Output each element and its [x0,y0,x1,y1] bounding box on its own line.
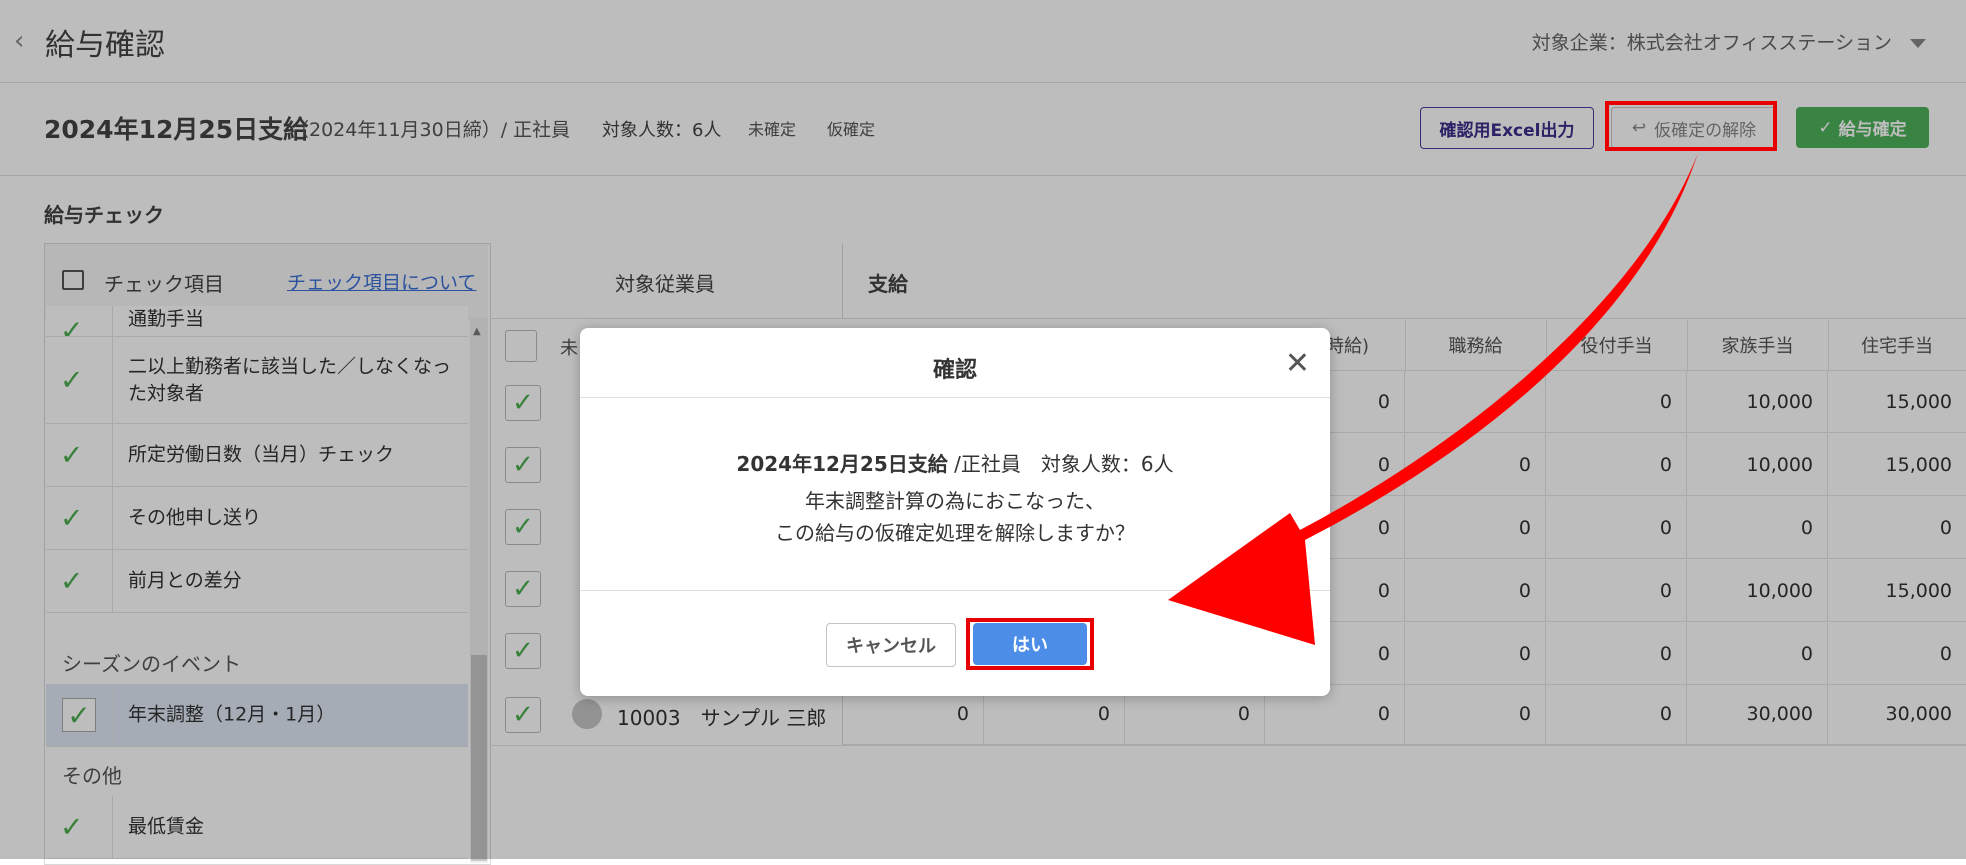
confirm-dialog: 確認 ✕ 2024年12月25日支給 /正社員 対象人数：6人 年末調整計算の為… [580,328,1330,696]
dialog-title: 確認 [932,358,977,383]
cancel-button[interactable]: キャンセル [826,623,956,667]
dialog-message-line1: 年末調整計算の為におこなった、 [805,489,1105,513]
dialog-message-line2: この給与の仮確定処理を解除しますか？ [775,521,1135,545]
divider [580,590,1330,591]
divider [580,397,1330,398]
close-icon[interactable]: ✕ [1285,346,1310,381]
yes-button-highlight [966,618,1094,670]
release-button-highlight [1605,101,1777,151]
dialog-summary: 2024年12月25日支給 /正社員 対象人数：6人 [580,448,1330,477]
dialog-pay-date: 2024年12月25日支給 [736,452,948,476]
dialog-summary-rest: /正社員 対象人数：6人 [947,452,1174,476]
